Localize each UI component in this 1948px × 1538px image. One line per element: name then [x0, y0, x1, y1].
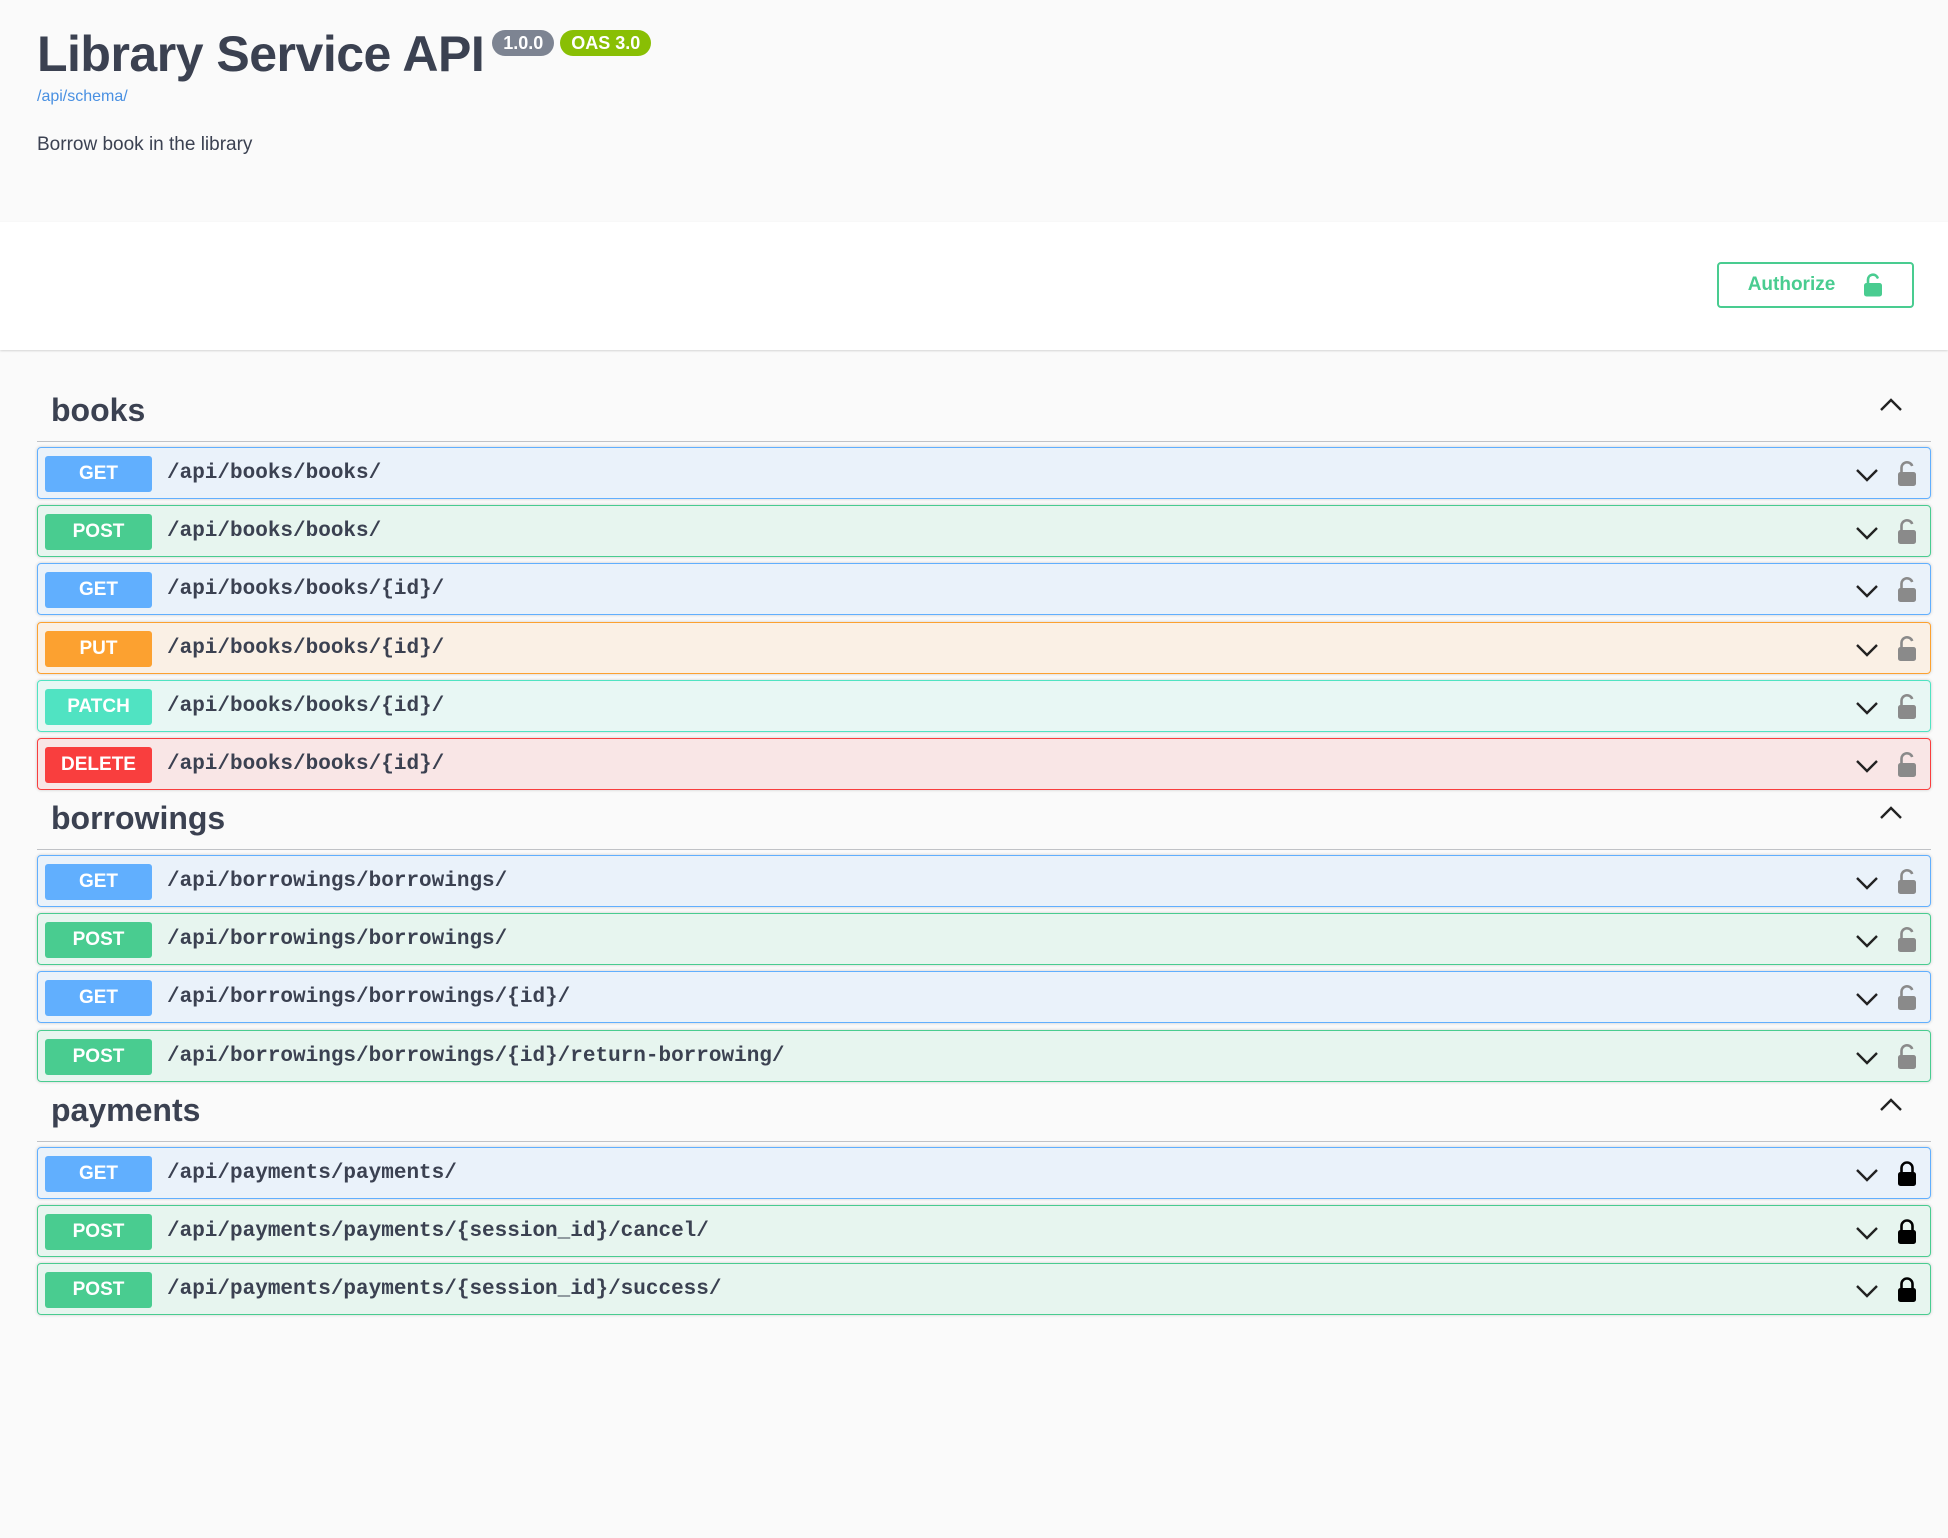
method-badge: GET [45, 572, 152, 609]
operation-post[interactable]: POST/api/payments/payments/{session_id}/… [37, 1205, 1931, 1258]
unlocked-icon[interactable] [1896, 460, 1918, 488]
chevron-down-icon[interactable] [1854, 870, 1880, 896]
api-description: Borrow book in the library [37, 134, 253, 155]
method-badge: GET [45, 1156, 152, 1192]
tag-section-books: books GET/api/books/books/POST/api/books/… [37, 350, 1931, 790]
chevron-down-icon[interactable] [1854, 1220, 1880, 1246]
operation-get[interactable]: GET/api/payments/payments/ [37, 1147, 1931, 1199]
method-badge: GET [45, 864, 152, 900]
operation-get[interactable]: GET/api/borrowings/borrowings/ [37, 855, 1931, 907]
operation-get[interactable]: GET/api/books/books/{id}/ [37, 563, 1931, 616]
unlocked-icon[interactable] [1896, 635, 1918, 663]
chevron-down-icon[interactable] [1854, 578, 1880, 604]
operation-path: /api/borrowings/borrowings/{id}/ [167, 986, 571, 1010]
operation-path: /api/borrowings/borrowings/ [167, 928, 508, 952]
operation-path: /api/payments/payments/{session_id}/succ… [167, 1278, 722, 1302]
authorize-button[interactable]: Authorize [1717, 262, 1914, 308]
tag-header[interactable]: payments [37, 1050, 1931, 1142]
method-badge: POST [45, 922, 152, 959]
version-badge: 1.0.0 [492, 30, 555, 56]
tag-section-payments: payments GET/api/payments/payments/POST/a… [37, 1050, 1931, 1316]
chevron-down-icon[interactable] [1854, 1278, 1880, 1304]
schema-link[interactable]: /api/schema/ [37, 88, 128, 106]
chevron-down-icon[interactable] [1854, 520, 1880, 546]
operation-path: /api/books/books/{id}/ [167, 694, 445, 718]
api-info: Library Service API 1.0.0 OAS 3.0 /api/s… [0, 0, 1948, 222]
unlocked-icon[interactable] [1896, 868, 1918, 896]
chevron-up-icon[interactable] [1877, 391, 1905, 419]
tag-header[interactable]: books [37, 350, 1931, 442]
chevron-down-icon[interactable] [1854, 695, 1880, 721]
operation-path: /api/books/books/{id}/ [167, 578, 445, 602]
tag-name: payments [51, 1092, 201, 1128]
locked-icon[interactable] [1896, 1218, 1918, 1246]
tag-name: books [51, 392, 146, 428]
method-badge: POST [45, 1272, 152, 1309]
tag-header[interactable]: borrowings [37, 758, 1931, 850]
chevron-down-icon[interactable] [1854, 637, 1880, 663]
method-badge: POST [45, 1214, 152, 1251]
chevron-down-icon[interactable] [1854, 928, 1880, 954]
method-badge: GET [45, 980, 152, 1017]
operation-get[interactable]: GET/api/borrowings/borrowings/{id}/ [37, 971, 1931, 1024]
unlocked-icon[interactable] [1896, 984, 1918, 1012]
chevron-down-icon[interactable] [1854, 462, 1880, 488]
unlocked-icon[interactable] [1896, 926, 1918, 954]
unlocked-icon [1863, 273, 1883, 297]
operation-post[interactable]: POST/api/books/books/ [37, 505, 1931, 558]
chevron-down-icon[interactable] [1854, 1162, 1880, 1188]
locked-icon[interactable] [1896, 1160, 1918, 1188]
chevron-down-icon[interactable] [1854, 986, 1880, 1012]
operation-put[interactable]: PUT/api/books/books/{id}/ [37, 621, 1931, 674]
unlocked-icon[interactable] [1896, 693, 1918, 721]
chevron-up-icon[interactable] [1877, 1091, 1905, 1119]
oas-badge: OAS 3.0 [560, 30, 652, 56]
method-badge: GET [45, 456, 152, 492]
operation-get[interactable]: GET/api/books/books/ [37, 447, 1931, 499]
operation-patch[interactable]: PATCH/api/books/books/{id}/ [37, 679, 1931, 732]
operation-post[interactable]: POST/api/borrowings/borrowings/ [37, 913, 1931, 966]
unlocked-icon[interactable] [1896, 518, 1918, 546]
page-title: Library Service API [37, 26, 485, 82]
unlocked-icon[interactable] [1896, 576, 1918, 604]
operation-path: /api/payments/payments/{session_id}/canc… [167, 1220, 709, 1244]
operation-path: /api/books/books/ [167, 520, 382, 544]
locked-icon[interactable] [1896, 1276, 1918, 1304]
tag-section-borrowings: borrowings GET/api/borrowings/borrowings/… [37, 758, 1931, 1082]
operation-path: /api/books/books/{id}/ [167, 636, 445, 660]
authorize-label: Authorize [1747, 274, 1836, 295]
method-badge: POST [45, 514, 152, 551]
operation-path: /api/books/books/ [167, 462, 382, 485]
operation-post[interactable]: POST/api/payments/payments/{session_id}/… [37, 1263, 1931, 1316]
scheme-container: Authorize [0, 222, 1948, 350]
method-badge: PATCH [45, 688, 152, 725]
operation-path: /api/payments/payments/ [167, 1162, 457, 1185]
title-row: Library Service API 1.0.0 OAS 3.0 [37, 24, 652, 84]
method-badge: PUT [45, 630, 152, 667]
chevron-up-icon[interactable] [1877, 799, 1905, 827]
tag-name: borrowings [51, 800, 226, 836]
operation-path: /api/borrowings/borrowings/ [167, 870, 508, 893]
